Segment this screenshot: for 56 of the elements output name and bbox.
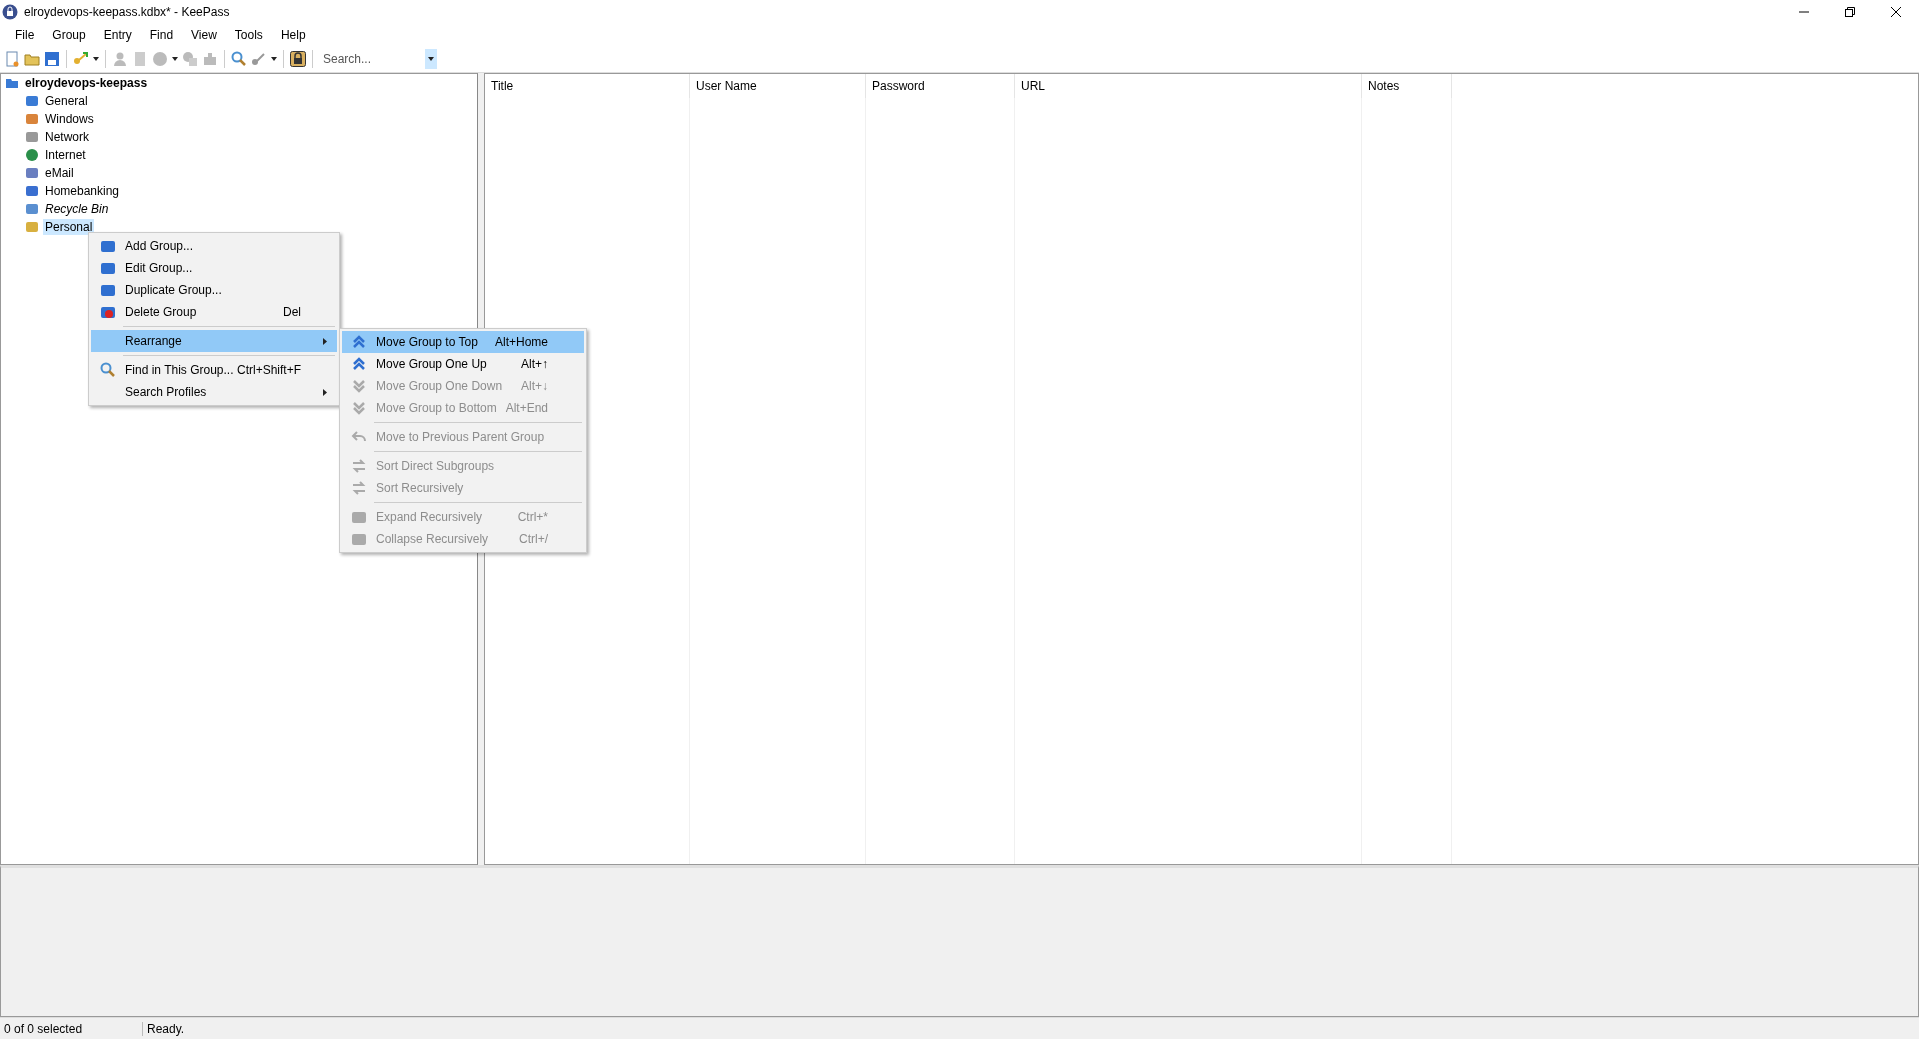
menu-bar-item[interactable]: Find (140, 25, 183, 45)
tree-item[interactable]: Network (43, 129, 91, 145)
menu-item[interactable]: Delete Group Del (91, 301, 337, 323)
chevron-up-icon (351, 334, 367, 350)
sort-arrows-icon (351, 480, 367, 496)
menu-item[interactable]: Add Group... (91, 235, 337, 257)
caret-icon (428, 57, 434, 61)
menu-bar-item[interactable]: View (182, 25, 226, 45)
column-header[interactable]: Password (866, 74, 1015, 98)
close-icon (1891, 7, 1901, 17)
menu-bar-item[interactable]: Help (271, 25, 315, 45)
menu-item[interactable]: Move Group to Top Alt+Home (342, 331, 584, 353)
menu-item[interactable]: Rearrange (91, 330, 337, 352)
tree-item[interactable]: elroydevops-keepass (23, 75, 150, 91)
tree-item[interactable]: Windows (43, 111, 96, 127)
search-field[interactable]: Search... (321, 51, 425, 67)
column-header[interactable]: URL (1015, 74, 1362, 98)
save-icon[interactable] (44, 51, 60, 67)
submenu-arrow-icon (323, 337, 327, 345)
dropdown-arrow-icon[interactable] (172, 57, 178, 61)
chevron-up-icon (351, 356, 367, 372)
dropdown-arrow-icon[interactable] (271, 57, 277, 61)
search-icon[interactable] (231, 51, 247, 67)
lock-icon[interactable] (290, 51, 306, 67)
menu-item[interactable]: Duplicate Group... (91, 279, 337, 301)
restore-icon (1845, 7, 1855, 17)
search-icon (100, 362, 116, 378)
window-title: elroydevops-keepass.kdbx* - KeePass (24, 5, 231, 19)
column-header[interactable]: Notes (1362, 74, 1452, 98)
menu-bar-item[interactable]: File (6, 25, 44, 45)
sort-arrows-icon (351, 458, 367, 474)
tree-item[interactable]: General (43, 93, 90, 109)
menu-item[interactable]: Move Group One Up Alt+↑ (342, 353, 584, 375)
dropdown-arrow-icon[interactable] (93, 57, 99, 61)
search-dropdown-button[interactable] (425, 49, 437, 69)
chevron-down-icon (351, 400, 367, 416)
menu-bar-item[interactable]: Entry (94, 25, 141, 45)
delete-folder-icon (100, 304, 116, 320)
new-file-icon[interactable] (4, 51, 20, 67)
status-text: 0 of 0 selected (0, 1021, 143, 1036)
tree-item[interactable]: Personal (43, 219, 95, 235)
status-text: Ready. (146, 1021, 185, 1036)
tree-item[interactable]: eMail (43, 165, 76, 181)
person-icon[interactable] (112, 51, 128, 67)
column-header[interactable]: Title (485, 74, 690, 98)
tree-item[interactable]: Internet (43, 147, 88, 163)
menu-item[interactable]: Search Profiles (91, 381, 337, 403)
tree-item[interactable]: Recycle Bin (43, 201, 111, 217)
menu-bar-item[interactable]: Group (43, 25, 95, 45)
menu-item[interactable]: Find in This Group... Ctrl+Shift+F (91, 359, 337, 381)
chevron-down-icon (351, 378, 367, 394)
menu-item[interactable]: Edit Group... (91, 257, 337, 279)
menu-bar-item[interactable]: Tools (225, 25, 272, 45)
tree-item[interactable]: Homebanking (43, 183, 122, 199)
submenu-arrow-icon (323, 388, 327, 396)
column-header[interactable]: User Name (690, 74, 866, 98)
